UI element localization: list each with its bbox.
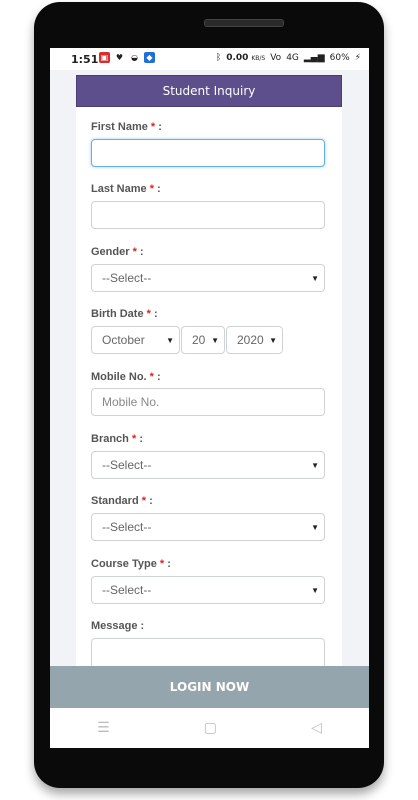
branch-select[interactable]: --Select-- ▼	[91, 451, 325, 479]
standard-label: Standard * :	[91, 495, 153, 507]
mobile-input[interactable]: Mobile No.	[91, 388, 325, 416]
course-type-select[interactable]: --Select-- ▼	[91, 576, 325, 604]
form-header: Student Inquiry	[76, 75, 342, 107]
status-time: 1:51	[71, 53, 99, 66]
battery-level: 60%	[329, 53, 350, 63]
nav-bar: ☰ ▢ ◁	[50, 708, 369, 748]
speaker-grille	[204, 19, 284, 27]
bluetooth-icon: ᛒ	[215, 53, 222, 63]
standard-select[interactable]: --Select-- ▼	[91, 513, 325, 541]
message-label: Message :	[91, 620, 145, 632]
birth-date-label: Birth Date * :	[91, 308, 158, 320]
notification-app-icon: ▣	[99, 52, 110, 63]
branch-label: Branch * :	[91, 433, 143, 445]
signal-icon: ▂▄▆	[303, 53, 325, 63]
last-name-label: Last Name * :	[91, 183, 161, 195]
chevron-down-icon: ▼	[211, 336, 219, 345]
chevron-down-icon: ▼	[269, 336, 277, 345]
bowl-icon: ◒	[131, 53, 138, 62]
inquiry-form-card: Student Inquiry First Name * : Last Name…	[76, 75, 342, 748]
gender-select[interactable]: --Select-- ▼	[91, 264, 325, 292]
chevron-down-icon: ▼	[166, 336, 174, 345]
heart-shield-icon: ♥	[115, 53, 124, 62]
status-bar: 1:51 ▣ ♥ ◒ ◆ ᛒ 0.00 KB/S Vo 4G ▂▄▆ 60% ⚡	[50, 48, 369, 70]
birth-month-select[interactable]: October ▼	[91, 326, 180, 354]
gender-label: Gender * :	[91, 246, 144, 258]
chevron-down-icon: ▼	[311, 523, 319, 532]
birth-day-select[interactable]: 20 ▼	[181, 326, 225, 354]
course-type-label: Course Type * :	[91, 558, 171, 570]
screen: 1:51 ▣ ♥ ◒ ◆ ᛒ 0.00 KB/S Vo 4G ▂▄▆ 60% ⚡…	[50, 48, 369, 748]
battery-icon: ⚡	[354, 53, 361, 63]
volte-text: Vo	[270, 53, 282, 63]
last-name-input[interactable]	[91, 201, 325, 229]
chevron-down-icon: ▼	[311, 461, 319, 470]
birth-year-select[interactable]: 2020 ▼	[226, 326, 283, 354]
net-speed: 0.00 KB/S	[226, 53, 266, 63]
network-type: 4G	[286, 53, 299, 63]
mobile-label: Mobile No. * :	[91, 371, 161, 383]
home-square-icon[interactable]: ▢	[204, 720, 217, 736]
login-now-button[interactable]: LOGIN NOW	[50, 666, 369, 708]
chevron-down-icon: ▼	[311, 274, 319, 283]
chevron-down-icon: ▼	[311, 586, 319, 595]
menu-icon[interactable]: ☰	[97, 720, 110, 736]
app-badge-icon: ◆	[144, 52, 155, 63]
back-triangle-icon[interactable]: ◁	[311, 720, 322, 736]
first-name-input[interactable]	[91, 139, 325, 167]
first-name-label: First Name * :	[91, 121, 162, 133]
